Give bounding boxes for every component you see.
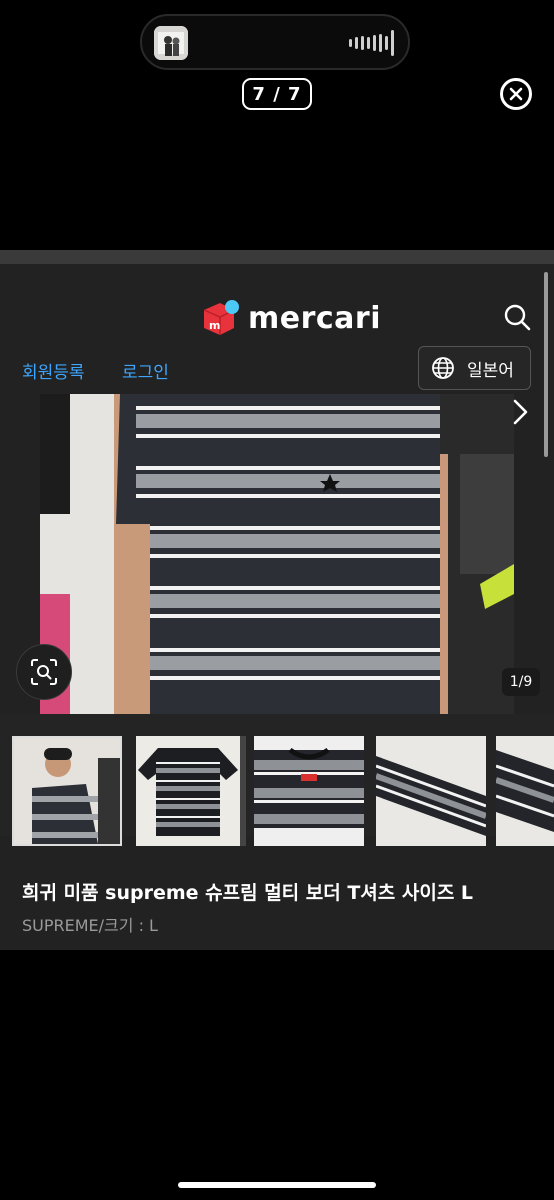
next-photo-button[interactable] [506,398,534,426]
thumbnail-3[interactable] [254,736,364,846]
product-brand-size: SUPREME/크기 : L [22,916,158,935]
product-title[interactable]: 희귀 미품 supreme 슈프림 멀티 보더 T셔츠 사이즈 L [22,878,473,905]
language-label: 일본어 [467,360,514,381]
close-icon [509,87,523,101]
mercari-box-icon: m [203,300,239,335]
photo-pager: 1/9 [502,668,540,696]
chevron-right-icon [513,399,528,425]
audio-waveform-icon [349,30,394,56]
audio-track-pill[interactable] [140,14,410,70]
thumbnail-5[interactable] [496,736,554,846]
screen: 7 / 7 m mercari 회원등록 로그인 일본어 1/9 희귀 미품 s… [0,0,554,1200]
language-button[interactable]: 일본어 [418,346,531,390]
mercari-page: m mercari 회원등록 로그인 일본어 1/9 희귀 미품 supreme… [0,250,554,950]
home-indicator[interactable] [178,1182,376,1188]
thumbnail-4[interactable] [376,736,486,846]
image-zoom-button[interactable] [16,644,72,700]
page-top-strip [0,250,554,264]
story-counter: 7 / 7 [242,78,312,110]
login-link[interactable]: 로그인 [122,358,169,383]
search-button[interactable] [502,302,532,332]
main-product-photo[interactable] [40,394,514,714]
thumbnail-2[interactable] [136,736,246,846]
svg-text:m: m [209,319,220,332]
thumbnail-1[interactable] [12,736,122,846]
signup-link[interactable]: 회원등록 [22,358,85,383]
site-header: m mercari [0,264,554,344]
product-photo-image [40,394,514,714]
logo-text: mercari [248,300,382,336]
audio-cover-thumbnail [154,26,188,60]
top-nav: 회원등록 로그인 일본어 [0,344,554,394]
thumbnail-strip [0,714,554,846]
globe-icon [432,357,454,379]
mercari-logo[interactable]: m mercari [200,298,381,338]
zoom-scan-icon [31,659,57,685]
close-button[interactable] [500,78,532,110]
search-icon [504,304,531,331]
